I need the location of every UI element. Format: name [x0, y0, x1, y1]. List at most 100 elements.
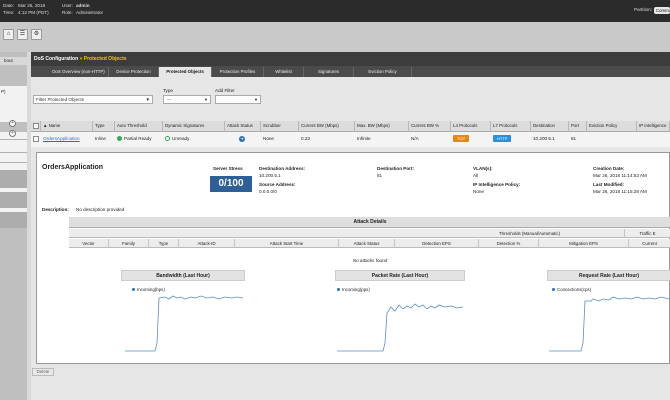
source-address-label: Source Address:	[259, 182, 296, 187]
home-icon[interactable]: ⌂	[3, 29, 14, 40]
breadcrumb-page: Protected Objects	[83, 56, 127, 62]
favorites-icon[interactable]: ☰	[17, 29, 28, 40]
thresholds-group-header: Thresholds (Manual/Automatic)	[435, 229, 625, 238]
col-attack-status-detail[interactable]: Attack Status	[339, 239, 395, 248]
col-destination[interactable]: Destination	[531, 121, 569, 132]
col-current[interactable]: Current	[629, 239, 670, 248]
col-current-bw-pct[interactable]: Current BW %	[409, 121, 451, 132]
legend-dot-icon	[337, 288, 340, 292]
tab-protection-profiles[interactable]: Protection Profiles	[212, 67, 264, 77]
packet-rate-legend: Incoming(pps)	[337, 287, 370, 292]
date-label: Date:	[3, 3, 14, 8]
settings-icon[interactable]: ⚙	[31, 29, 42, 40]
row-l4: TCP	[451, 132, 491, 146]
traffic-group-header: Traffic E	[625, 229, 670, 238]
col-attack-id[interactable]: Attack-ID	[179, 239, 235, 248]
date-value: Mar 26, 2018	[18, 3, 46, 8]
col-attack-start-time[interactable]: Attack Start Time	[235, 239, 339, 248]
tcp-badge: TCP	[453, 135, 469, 142]
select-all-header[interactable]	[31, 121, 41, 132]
last-modified-label: Last Modified:	[593, 182, 625, 187]
select-all-checkbox[interactable]	[33, 123, 39, 129]
col-attack-status[interactable]: Attack Status	[225, 121, 261, 132]
delete-button[interactable]: Delete	[32, 368, 54, 376]
col-detection-pct[interactable]: Detection %	[479, 239, 539, 248]
tab-whitelist[interactable]: Whitelist	[264, 67, 304, 77]
row-dynamic-signatures: Unready	[163, 132, 225, 146]
col-attack-type[interactable]: Type	[149, 239, 179, 248]
creation-date-label: Creation Date:	[593, 166, 625, 171]
filter-input[interactable]: Filter Protected Objects ▼	[33, 95, 153, 104]
col-vector[interactable]: Vector	[69, 239, 109, 248]
filter-icon[interactable]: ▼	[145, 96, 150, 103]
http-badge: HTTP	[493, 135, 512, 142]
add-filter-label: Add Filter	[215, 88, 235, 93]
col-port[interactable]: Port	[569, 121, 587, 132]
row-current-bw: 0.23	[301, 136, 310, 141]
row-auto-threshold: Partial Ready	[115, 132, 163, 146]
add-filter-select[interactable]: ▼	[215, 95, 261, 104]
col-dynamic-signatures[interactable]: Dynamic Signatures	[163, 121, 225, 132]
col-scrubber[interactable]: Scrubber	[261, 121, 299, 132]
row-destination: 10.200.5.1	[533, 136, 555, 141]
server-stress-value: 0/100	[210, 176, 252, 192]
tab-eviction-policy[interactable]: Eviction Policy	[354, 67, 412, 77]
partial-ready-icon	[117, 136, 122, 142]
filter-placeholder: Filter Protected Objects	[36, 97, 84, 102]
request-rate-chart-title: Request Rate (Last Hour)	[547, 270, 670, 281]
tab-bar: DoS Overview (non-HTTP) Device Protectio…	[31, 66, 670, 77]
col-family[interactable]: Family	[109, 239, 149, 248]
col-l4-protocols[interactable]: L4 Protocols	[451, 121, 491, 132]
type-select-value: ---	[167, 97, 172, 102]
tab-device-protection[interactable]: Device Protection	[109, 67, 159, 77]
ip-policy-label: IP Intelligence Policy:	[473, 182, 521, 187]
dest-address-label: Destination Address:	[259, 166, 306, 171]
type-label: Type	[163, 88, 173, 93]
add-icon[interactable]: +	[9, 120, 16, 127]
vlans-label: VLAN(s):	[473, 166, 493, 171]
sidebar-item-about[interactable]: bout	[0, 57, 27, 65]
col-name[interactable]: ▲ Name	[41, 121, 93, 132]
description-value: No description provided	[76, 207, 125, 212]
sidebar-block	[0, 212, 27, 228]
bandwidth-chart-title: Bandwidth (Last Hour)	[121, 270, 245, 281]
role-label: Role:	[62, 10, 73, 15]
col-eviction-policy[interactable]: Eviction Policy	[587, 121, 637, 132]
tab-dos-overview[interactable]: DoS Overview (non-HTTP)	[49, 67, 109, 77]
col-type[interactable]: Type	[93, 121, 115, 132]
col-current-bw[interactable]: Current BW (Mbps)	[299, 121, 355, 132]
type-select[interactable]: --- ▼	[163, 95, 211, 104]
col-auto-threshold[interactable]: Auto Threshold	[115, 121, 163, 132]
row-name-link[interactable]: OrdersApplication	[41, 132, 93, 146]
user-value: admin	[76, 3, 90, 8]
arrow-right-circle-icon[interactable]: ➜	[239, 136, 245, 142]
sidebar-block	[0, 192, 27, 208]
dest-address-value: 10.200.5.1	[259, 173, 281, 178]
col-ip-intelligence[interactable]: IP Intelligence	[637, 121, 670, 132]
detail-panel: OrdersApplication Server Stress 0/100 De…	[36, 152, 670, 364]
add-icon[interactable]: +	[9, 130, 16, 137]
col-mitigation-eps[interactable]: Mitigation EPS	[539, 239, 629, 248]
breadcrumb-separator: »	[79, 56, 83, 62]
user-label: User:	[62, 3, 73, 8]
row-l7: HTTP	[491, 132, 531, 146]
col-max-bw[interactable]: Max. BW (Mbps)	[355, 121, 409, 132]
server-stress-label: Server Stress	[213, 166, 243, 171]
tab-protected-objects[interactable]: Protected Objects	[159, 67, 212, 77]
row-port: 81	[571, 136, 577, 141]
col-l7-protocols[interactable]: L7 Protocols	[491, 121, 531, 132]
breadcrumb-section[interactable]: DoS Configuration	[34, 56, 78, 62]
row-current-bw-pct: N/A	[411, 136, 419, 141]
packet-rate-chart-title: Packet Rate (Last Hour)	[335, 270, 465, 281]
unready-icon	[165, 136, 170, 142]
bandwidth-chart	[125, 295, 244, 352]
tab-signatures[interactable]: Signatures	[304, 67, 354, 77]
col-detection-eps[interactable]: Detection EPS	[395, 239, 479, 248]
row-checkbox[interactable]	[33, 136, 39, 142]
dest-port-label: Destination Port:	[377, 166, 415, 171]
protected-objects-grid: ▲ Name Type Auto Threshold Dynamic Signa…	[31, 121, 670, 147]
divider	[0, 152, 27, 153]
partition-select[interactable]: Common	[654, 7, 670, 14]
no-attacks-message: No attacks found	[352, 258, 388, 263]
chevron-down-icon: ▼	[254, 97, 258, 102]
